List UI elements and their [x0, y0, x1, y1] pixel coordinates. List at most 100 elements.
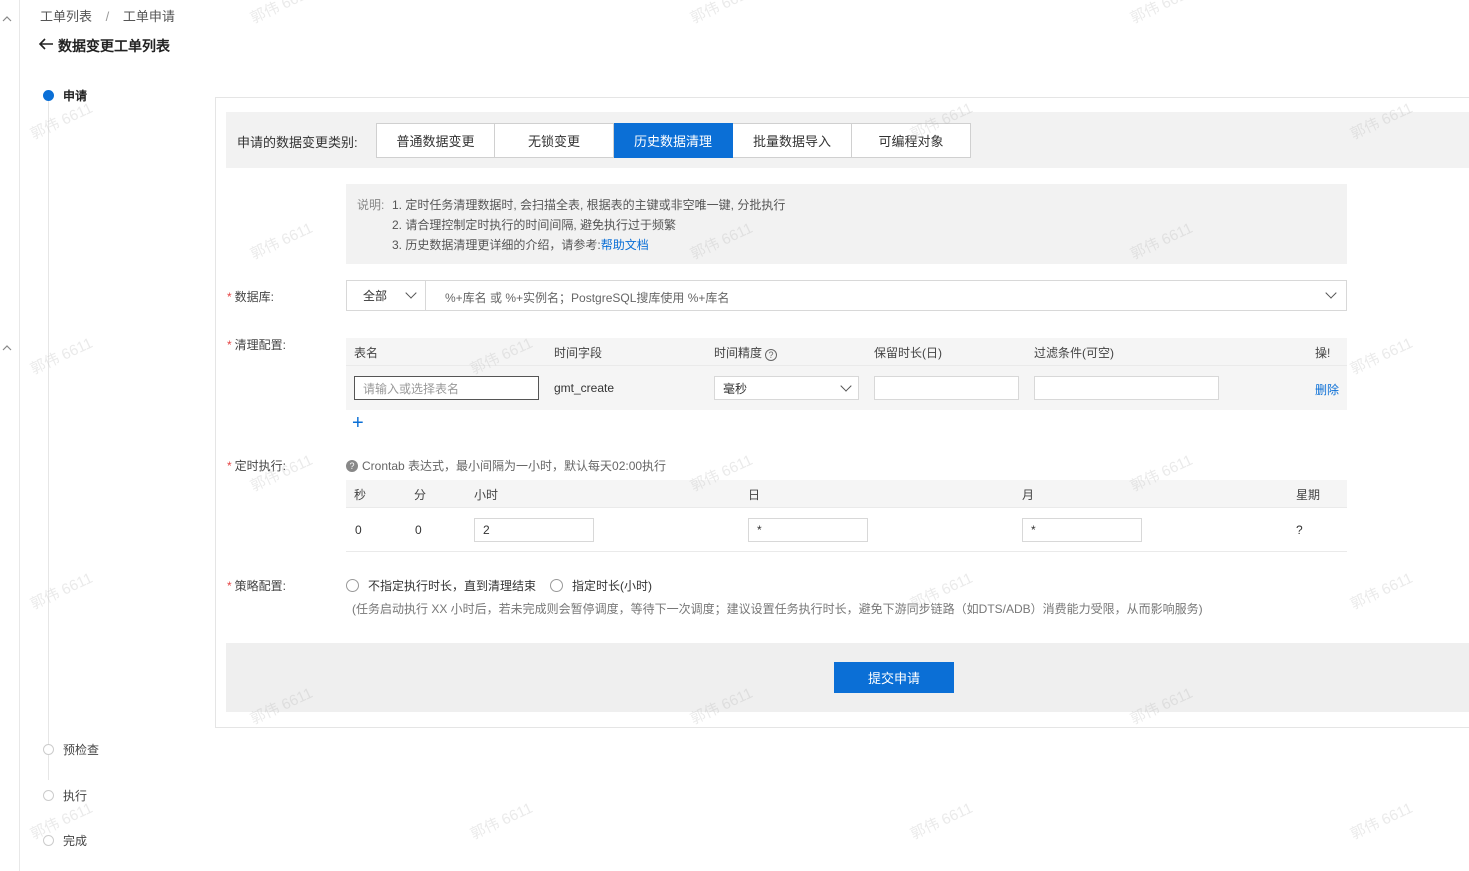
clean-config-label: * 清理配置:: [227, 336, 286, 353]
collapse-icon[interactable]: [2, 343, 12, 353]
watermark: 郭伟 6611: [1127, 0, 1196, 28]
note-line-2: 2. 请合理控制定时执行的时间间隔, 避免执行过于频繁: [392, 218, 677, 232]
left-gutter: [0, 0, 20, 871]
note-line-3-text: 3. 历史数据清理更详细的介绍，请参考:: [392, 238, 601, 252]
watermark: 郭伟 6611: [907, 799, 976, 844]
note-prefix: 说明:: [357, 198, 385, 212]
tab-normal-change[interactable]: 普通数据变更: [376, 123, 495, 158]
cron-tip: ? Crontab 表达式，最小间隔为一小时，默认每天02:00执行: [346, 457, 666, 474]
page-title: 数据变更工单列表: [58, 37, 170, 54]
clean-table-header: 表名 时间字段 时间精度? 保留时长(日) 过滤条件(可空) 操!: [346, 338, 1347, 366]
step-dot: [43, 90, 54, 101]
cron-day-input[interactable]: *: [748, 518, 868, 542]
database-scope-value: 全部: [363, 289, 388, 303]
plus-icon[interactable]: +: [352, 412, 364, 435]
watermark: 郭伟 6611: [27, 334, 96, 379]
back-arrow-icon[interactable]: [38, 35, 54, 56]
strategy-option-unlimited[interactable]: 不指定执行时长，直到清理结束: [346, 577, 536, 594]
tab-history-cleanup[interactable]: 历史数据清理: [614, 123, 733, 158]
chevron-down-icon: [840, 380, 852, 392]
required-mark: *: [227, 579, 232, 593]
cron-second-value: 0: [355, 523, 362, 537]
cron-tip-text: Crontab 表达式，最小间隔为一小时，默认每天02:00执行: [362, 459, 667, 473]
retention-days-input[interactable]: [874, 376, 1019, 400]
step-dot: [43, 835, 54, 846]
col-filter: 过滤条件(可空): [1034, 346, 1114, 360]
tab-lockless-change[interactable]: 无锁变更: [495, 123, 614, 158]
submit-button[interactable]: 提交申请: [834, 662, 954, 693]
strategy-option-unlimited-label: 不指定执行时长，直到清理结束: [368, 579, 537, 593]
database-select[interactable]: 全部 %+库名 或 %+实例名；PostgreSQL搜库使用 %+库名: [346, 280, 1347, 311]
col-hour: 小时: [474, 488, 499, 502]
tab-batch-import[interactable]: 批量数据导入: [733, 123, 852, 158]
breadcrumb-item-list[interactable]: 工单列表: [40, 9, 92, 24]
col-time-precision-text: 时间精度: [714, 346, 763, 360]
watermark: 郭伟 6611: [247, 0, 316, 28]
strategy-option-duration-label: 指定时长(小时): [572, 579, 653, 593]
chevron-down-icon[interactable]: [1325, 287, 1337, 299]
col-second: 秒: [354, 488, 367, 502]
collapse-icon[interactable]: [2, 14, 12, 24]
step-label: 执行: [63, 789, 88, 803]
table-name-input[interactable]: 请输入或选择表名: [354, 376, 539, 400]
watermark: 郭伟 6611: [27, 99, 96, 144]
back-link[interactable]: 数据变更工单列表: [38, 35, 170, 56]
col-table-name: 表名: [354, 346, 379, 360]
col-time-field: 时间字段: [554, 346, 603, 360]
strategy-note: (任务启动执行 XX 小时后，若未完成则会暂停调度，等待下一次调度；建议设置任务…: [352, 602, 1203, 616]
step-precheck: 预检查: [43, 741, 99, 758]
delete-row-link[interactable]: 删除: [1315, 381, 1339, 398]
database-scope-select[interactable]: 全部: [347, 281, 426, 310]
col-weekday: 星期: [1296, 488, 1321, 502]
strategy-label: * 策略配置:: [227, 577, 286, 594]
precision-select[interactable]: 毫秒: [714, 376, 859, 400]
help-circle-icon: ?: [346, 459, 358, 472]
cron-month-input[interactable]: *: [1022, 518, 1142, 542]
database-label-text: 数据库:: [234, 290, 275, 304]
change-type-tabs: 普通数据变更 无锁变更 历史数据清理 批量数据导入 可编程对象: [376, 123, 971, 158]
col-action: 操!: [1315, 346, 1331, 360]
schedule-label-text: 定时执行:: [234, 459, 287, 473]
watermark: 郭伟 6611: [687, 0, 756, 28]
cron-hour-input[interactable]: 2: [474, 518, 594, 542]
col-minute: 分: [414, 488, 427, 502]
help-doc-link[interactable]: 帮助文档: [601, 238, 649, 252]
strategy-options: 不指定执行时长，直到清理结束 指定时长(小时): [346, 577, 666, 594]
database-search-input[interactable]: %+库名 或 %+实例名；PostgreSQL搜库使用 %+库名: [445, 289, 729, 306]
col-time-precision: 时间精度?: [714, 344, 778, 361]
breadcrumb-item-current: 工单申请: [122, 9, 175, 24]
step-complete: 完成: [43, 832, 87, 849]
filter-condition-input[interactable]: [1034, 376, 1219, 400]
radio-icon[interactable]: [550, 579, 564, 592]
watermark: 郭伟 6611: [467, 799, 536, 844]
radio-icon[interactable]: [346, 579, 359, 592]
step-label: 预检查: [63, 743, 100, 757]
help-circle-icon[interactable]: ?: [765, 349, 778, 361]
precision-value: 毫秒: [723, 381, 748, 396]
table-row: 请输入或选择表名 gmt_create 毫秒 删除: [346, 366, 1347, 410]
step-execute: 执行: [43, 787, 87, 804]
breadcrumb: 工单列表 / 工单申请: [40, 6, 175, 25]
tab-programmable-object[interactable]: 可编程对象: [852, 123, 971, 158]
time-field-value: gmt_create: [554, 381, 615, 395]
note-line-1: 1. 定时任务清理数据时, 会扫描全表, 根据表的主键或非空唯一键, 分批执行: [392, 198, 786, 212]
cron-table-header: 秒 分 小时 日 月 星期: [346, 480, 1347, 508]
cron-weekday-value: ?: [1296, 523, 1303, 537]
change-type-label: 申请的数据变更类别:: [237, 135, 358, 150]
step-dot: [43, 744, 54, 755]
col-retention: 保留时长(日): [874, 346, 942, 360]
strategy-option-duration[interactable]: 指定时长(小时): [550, 577, 652, 594]
step-label: 完成: [63, 834, 88, 848]
note-line-3: 3. 历史数据清理更详细的介绍，请参考:帮助文档: [392, 236, 649, 253]
step-apply: 申请: [43, 87, 87, 104]
col-month: 月: [1022, 488, 1035, 502]
instructions-note: 说明: 1. 定时任务清理数据时, 会扫描全表, 根据表的主键或非空唯一键, 分…: [346, 184, 1347, 264]
breadcrumb-separator: /: [105, 9, 110, 24]
required-mark: *: [227, 290, 232, 304]
strategy-label-text: 策略配置:: [234, 579, 287, 593]
watermark: 郭伟 6611: [1347, 799, 1416, 844]
cron-row: 0 0 2 * * ?: [346, 508, 1347, 552]
required-mark: *: [227, 459, 232, 473]
step-label: 申请: [63, 89, 88, 103]
clean-config-label-text: 清理配置:: [234, 338, 287, 352]
